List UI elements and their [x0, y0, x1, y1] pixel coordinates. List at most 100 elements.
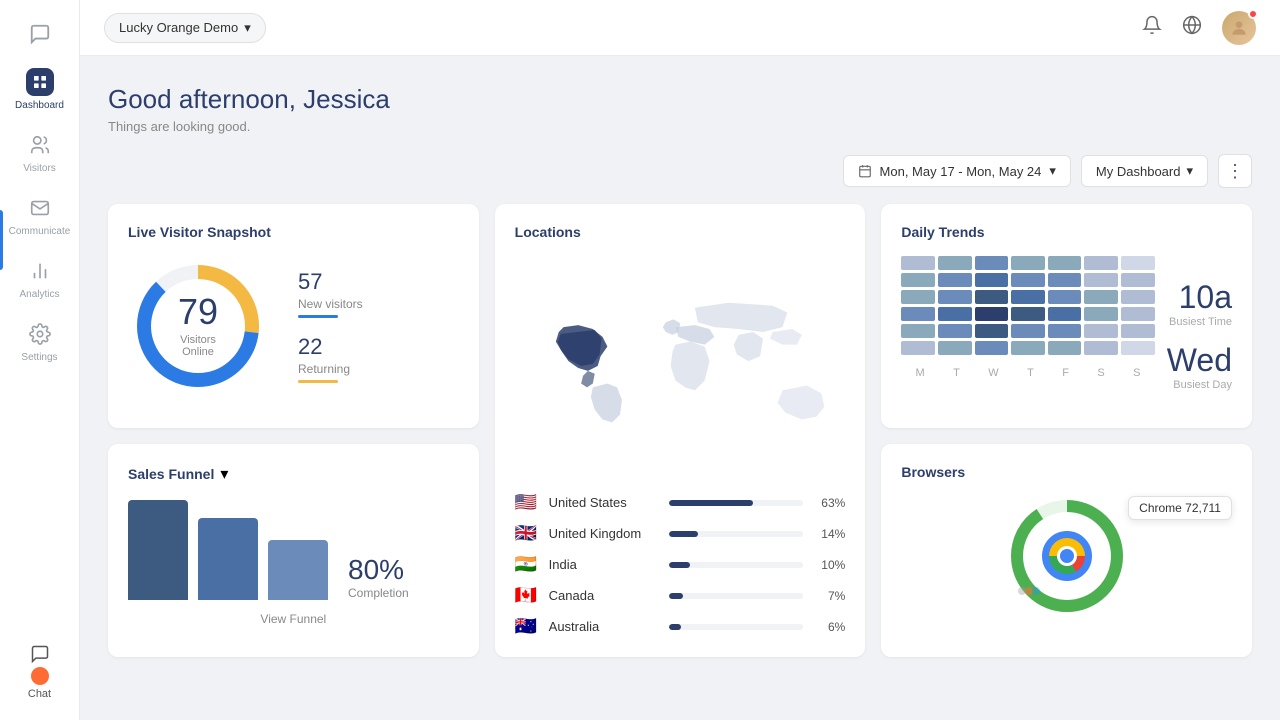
notification-bell[interactable] [1142, 15, 1162, 40]
pct-india: 10% [813, 558, 845, 572]
greeting-section: Good afternoon, Jessica Things are looki… [108, 84, 1252, 134]
heat-cell [901, 273, 935, 287]
chat-status-dot [31, 667, 49, 685]
flag-australia: 🇦🇺 [515, 616, 539, 637]
browsers-content: Chrome 72,711 [901, 496, 1232, 616]
location-item-uk: 🇬🇧 United Kingdom 14% [515, 523, 846, 544]
visitors-label: Visitors Online [163, 334, 233, 358]
topnav: Lucky Orange Demo ▾ [80, 0, 1280, 56]
day-label-w: W [988, 367, 998, 379]
dashboard-dropdown-icon: ▾ [1186, 163, 1193, 179]
heat-cell [1011, 256, 1045, 270]
country-australia: Australia [549, 619, 659, 634]
sidebar: Dashboard Visitors Communicate [0, 0, 80, 720]
chat-bottom[interactable]: Chat [28, 644, 51, 700]
bar-container-uk [669, 531, 804, 537]
sidebar-item-dashboard-label: Dashboard [15, 100, 64, 111]
sidebar-item-settings[interactable]: Settings [0, 310, 79, 373]
visitors-count: 79 [163, 294, 233, 330]
funnel-dropdown-icon[interactable]: ▾ [220, 464, 228, 484]
heat-cell [1121, 256, 1155, 270]
dashboard-icon [26, 68, 54, 96]
site-selector[interactable]: Lucky Orange Demo ▾ [104, 13, 266, 43]
pct-canada: 7% [813, 589, 845, 603]
chat-icon [26, 20, 54, 48]
analytics-icon [26, 257, 54, 285]
heat-cell [1048, 324, 1082, 338]
heat-cell [938, 324, 972, 338]
live-visitor-card: Live Visitor Snapshot [108, 204, 479, 428]
globe-icon[interactable] [1182, 15, 1202, 40]
date-picker[interactable]: Mon, May 17 - Mon, May 24 ▾ [843, 155, 1071, 187]
completion-pct: 80% Completion [348, 554, 409, 600]
browsers-title: Browsers [901, 464, 1232, 480]
greeting-subtitle: Things are looking good. [108, 119, 1252, 134]
location-item-canada: 🇨🇦 Canada 7% [515, 585, 846, 606]
funnel-bar-3 [268, 540, 328, 600]
trend-stats: 10a Busiest Time Wed Busiest Day [1167, 256, 1232, 391]
more-options-button[interactable]: ⋮ [1218, 154, 1252, 188]
heat-cell [901, 307, 935, 321]
dashboard-label: My Dashboard [1096, 164, 1181, 179]
sidebar-item-analytics[interactable]: Analytics [0, 247, 79, 310]
new-visitors-stat: 57 New visitors [298, 269, 363, 318]
view-funnel-link[interactable]: View Funnel [128, 612, 459, 626]
pct-number: 80% [348, 554, 409, 586]
location-item-us: 🇺🇸 United States 63% [515, 492, 846, 513]
country-us: United States [549, 495, 659, 510]
chrome-tooltip: Chrome 72,711 [1128, 496, 1232, 520]
country-uk: United Kingdom [549, 526, 659, 541]
site-selector-label: Lucky Orange Demo [119, 20, 238, 35]
bar-container-australia [669, 624, 804, 630]
heat-cell [901, 290, 935, 304]
heat-cell [938, 307, 972, 321]
sidebar-item-dashboard[interactable]: Dashboard [0, 58, 79, 121]
heatmap-grid [901, 256, 1154, 355]
heat-cell [901, 256, 935, 270]
heat-cell [1048, 307, 1082, 321]
heat-cell [901, 341, 935, 355]
visitor-stats: 57 New visitors 22 Returning [298, 269, 363, 383]
daily-trends-card: Daily Trends M T W T F S S [881, 204, 1252, 428]
heat-cell [1048, 273, 1082, 287]
sidebar-item-visitors[interactable]: Visitors [0, 121, 79, 184]
heat-cell [1121, 307, 1155, 321]
heat-cell [1084, 307, 1118, 321]
new-visitors-count: 57 [298, 269, 363, 295]
busiest-time-label: Busiest Time [1169, 316, 1232, 328]
busiest-time: 10a [1169, 279, 1232, 316]
heat-cell [975, 273, 1009, 287]
bar-australia [669, 624, 681, 630]
pct-us: 63% [813, 496, 845, 510]
day-label-t: T [953, 367, 960, 379]
avatar-badge [1248, 9, 1258, 19]
funnel-header: Sales Funnel ▾ [128, 464, 459, 484]
sales-funnel-card: Sales Funnel ▾ 80% Completion View Funne… [108, 444, 479, 658]
sidebar-item-chat[interactable] [0, 10, 79, 58]
date-dropdown-icon: ▾ [1049, 163, 1056, 179]
locations-title: Locations [515, 224, 846, 240]
user-avatar[interactable] [1222, 11, 1256, 45]
sidebar-item-communicate[interactable]: Communicate [0, 184, 79, 247]
heat-cell [975, 307, 1009, 321]
bar-india [669, 562, 691, 568]
dashboard-selector[interactable]: My Dashboard ▾ [1081, 155, 1208, 187]
communicate-icon [26, 194, 54, 222]
content-area: Good afternoon, Jessica Things are looki… [80, 56, 1280, 720]
sidebar-bottom: Chat [28, 644, 51, 710]
tooltip-label: Chrome 72,711 [1139, 501, 1221, 515]
visitors-icon [26, 131, 54, 159]
heat-cell [938, 341, 972, 355]
flag-india: 🇮🇳 [515, 554, 539, 575]
chat-bottom-label: Chat [28, 688, 51, 700]
returning-count: 22 [298, 334, 363, 360]
browsers-card: Browsers Chrome 72,711 [881, 444, 1252, 658]
heat-cell [975, 256, 1009, 270]
heat-cell [1121, 290, 1155, 304]
heat-cell [975, 324, 1009, 338]
live-visitor-title: Live Visitor Snapshot [128, 224, 459, 240]
day-labels: M T W T F S S [901, 367, 1154, 379]
flag-canada: 🇨🇦 [515, 585, 539, 606]
heat-cell [1084, 273, 1118, 287]
sidebar-item-settings-label: Settings [21, 352, 57, 363]
